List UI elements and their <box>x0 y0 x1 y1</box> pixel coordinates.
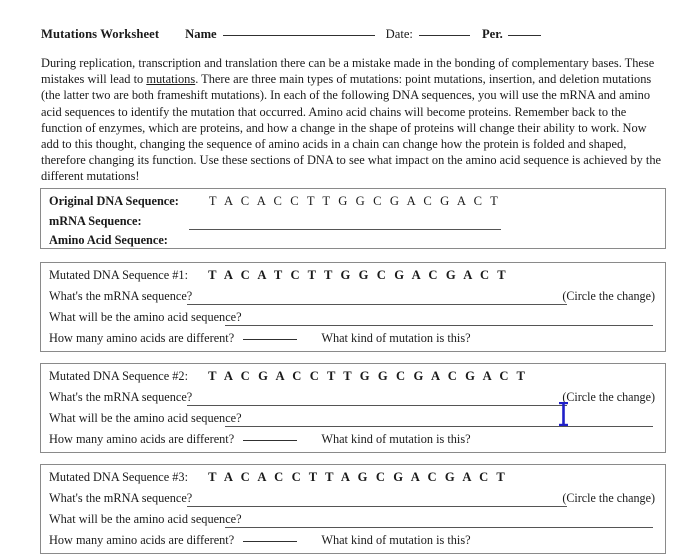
date-blank-line[interactable] <box>418 35 470 36</box>
mutation-2-dna-sequence: T A C G A C C T T G G C G A C G A C T <box>208 369 528 383</box>
mutation-1-count-blank-line[interactable] <box>243 339 298 340</box>
mutation-3-count-blank-line[interactable] <box>243 541 298 542</box>
intro-underlined-term: mutations <box>146 72 196 87</box>
mutation-3-count-row: How many amino acids are different? What… <box>49 533 659 550</box>
original-mrna-label: mRNA Sequence: <box>49 214 142 228</box>
mutation-1-amino-question: What will be the amino acid sequence? <box>49 310 242 324</box>
worksheet-header: Mutations Worksheet Name Date: Per. <box>41 27 666 47</box>
mutation-3-amino-blank-line[interactable] <box>225 527 653 528</box>
page-title: Mutations Worksheet <box>41 27 160 41</box>
mutation-2-count-row: How many amino acids are different? What… <box>49 432 659 449</box>
original-dna-label: Original DNA Sequence: <box>49 194 179 208</box>
mutation-2-mrna-blank-line[interactable] <box>187 405 567 406</box>
mutation-2-box: Mutated DNA Sequence #2: T A C G A C C T… <box>40 363 666 453</box>
mutation-3-mrna-question: What's the mRNA sequence? <box>49 491 193 505</box>
mutation-1-label: Mutated DNA Sequence #1: <box>49 268 188 282</box>
mutation-3-circle-note: (Circle the change) <box>562 491 655 505</box>
mutation-1-box: Mutated DNA Sequence #1: T A C A T C T T… <box>40 262 666 352</box>
mutation-3-mrna-blank-line[interactable] <box>187 506 567 507</box>
mutation-2-amino-blank-line[interactable] <box>225 426 653 427</box>
period-label: Per. <box>481 27 503 41</box>
intro-paragraph: During replication, transcription and tr… <box>41 55 665 185</box>
mutation-2-amino-question: What will be the amino acid sequence? <box>49 411 242 425</box>
mutation-1-dna-sequence: T A C A T C T T G G C G A C G A C T <box>208 268 509 282</box>
period-blank-line[interactable] <box>507 35 541 36</box>
mutation-2-count-question: How many amino acids are different? <box>49 432 235 446</box>
original-dna-sequence: T A C A C C T T G G C G A C G A C T <box>208 194 501 208</box>
mutation-2-kind-question: What kind of mutation is this? <box>321 432 471 446</box>
mutation-2-dna-row: Mutated DNA Sequence #2: T A C G A C C T… <box>49 369 659 386</box>
original-dna-box: Original DNA Sequence: T A C A C C T T G… <box>40 188 666 249</box>
mutation-1-dna-row: Mutated DNA Sequence #1: T A C A T C T T… <box>49 268 659 285</box>
mutation-3-box: Mutated DNA Sequence #3: T A C A C C T T… <box>40 464 666 554</box>
original-mrna-blank-line[interactable] <box>189 229 501 230</box>
mutation-1-kind-question: What kind of mutation is this? <box>321 331 471 345</box>
mutation-3-dna-sequence: T A C A C C T T A G C G A C G A C T <box>208 470 508 484</box>
original-amino-label: Amino Acid Sequence: <box>49 233 168 247</box>
date-label: Date: <box>385 27 413 41</box>
intro-text-part2: . There are three main types of mutation… <box>41 72 662 184</box>
mutation-3-label: Mutated DNA Sequence #3: <box>49 470 188 484</box>
mutation-2-circle-note: (Circle the change) <box>562 390 655 404</box>
original-dna-row: Original DNA Sequence: T A C A C C T T G… <box>49 194 659 211</box>
mutation-1-circle-note: (Circle the change) <box>562 289 655 303</box>
mutation-2-label: Mutated DNA Sequence #2: <box>49 369 188 383</box>
name-label: Name <box>185 27 217 41</box>
mutation-3-dna-row: Mutated DNA Sequence #3: T A C A C C T T… <box>49 470 659 487</box>
mutation-1-amino-blank-line[interactable] <box>225 325 653 326</box>
original-amino-row: Amino Acid Sequence: <box>49 233 659 250</box>
mutation-3-count-question: How many amino acids are different? <box>49 533 235 547</box>
mutation-1-mrna-question: What's the mRNA sequence? <box>49 289 193 303</box>
mutation-1-count-row: How many amino acids are different? What… <box>49 331 659 348</box>
name-blank-line[interactable] <box>222 35 375 36</box>
mutation-2-mrna-question: What's the mRNA sequence? <box>49 390 193 404</box>
mutation-1-count-question: How many amino acids are different? <box>49 331 235 345</box>
mutation-1-mrna-blank-line[interactable] <box>187 304 567 305</box>
worksheet-page: Mutations Worksheet Name Date: Per. Duri… <box>0 0 700 557</box>
mutation-3-kind-question: What kind of mutation is this? <box>321 533 471 547</box>
mutation-3-amino-question: What will be the amino acid sequence? <box>49 512 242 526</box>
mutation-2-count-blank-line[interactable] <box>243 440 298 441</box>
